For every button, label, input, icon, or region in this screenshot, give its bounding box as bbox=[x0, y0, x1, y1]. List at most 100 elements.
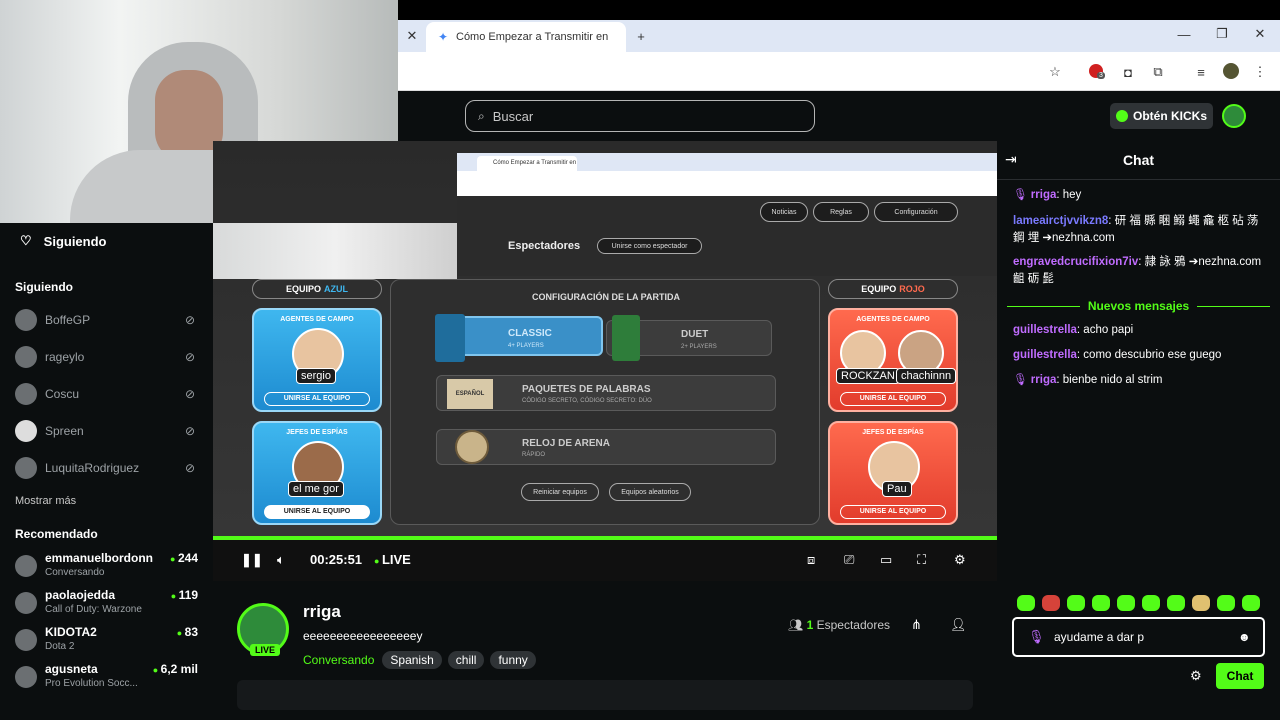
avatar bbox=[15, 420, 37, 442]
avatar bbox=[15, 346, 37, 368]
pause-icon[interactable]: ❚❚ bbox=[241, 552, 263, 568]
chat-input[interactable]: 🎙︎ ayudame a dar p ☻ bbox=[1012, 617, 1265, 657]
duet-mode-button[interactable]: DUET 2+ PLAYERS bbox=[606, 315, 772, 361]
sidebar-item-boffegp[interactable]: BoffeGP ⊘ bbox=[15, 309, 195, 331]
viewer-count: ● 119 bbox=[170, 588, 198, 602]
share-icon[interactable]: ⋔ bbox=[911, 617, 922, 633]
maximize-button[interactable]: ❐ bbox=[1212, 24, 1232, 44]
hourglass-option[interactable]: RELOJ DE ARENA RÁPIDO bbox=[436, 429, 776, 465]
tag[interactable]: chill bbox=[447, 651, 485, 669]
inner-browser-tabbar: Cómo Empezar a Transmitir en bbox=[457, 153, 997, 171]
blue-field-agents-card: AGENTES DE CAMPO sergio UNIRSE AL EQUIPO bbox=[252, 308, 382, 412]
show-more-link[interactable]: Mostrar más bbox=[15, 495, 76, 507]
emote[interactable] bbox=[1242, 595, 1260, 611]
sidebar-item-luquitarodriguez[interactable]: LuquitaRodriguez ⊘ bbox=[15, 457, 195, 479]
emote[interactable] bbox=[1192, 595, 1210, 611]
emote[interactable] bbox=[1167, 595, 1185, 611]
new-tab-button[interactable]: + bbox=[631, 26, 651, 46]
rules-button[interactable]: Reglas bbox=[813, 202, 869, 222]
follow-user-icon[interactable]: 👤︎ bbox=[950, 617, 967, 633]
blue-team-label: EQUIPO AZUL bbox=[252, 279, 382, 299]
tag[interactable]: funny bbox=[490, 651, 536, 669]
shield-extension-icon[interactable]: ◘ bbox=[1118, 62, 1138, 82]
emote[interactable] bbox=[1042, 595, 1060, 611]
emoji-icon[interactable]: ☻ bbox=[1238, 630, 1251, 644]
category-link[interactable]: Conversando bbox=[303, 653, 374, 667]
emote[interactable] bbox=[1092, 595, 1110, 611]
following-header[interactable]: ♡ Siguiendo bbox=[20, 233, 107, 249]
browser-tab[interactable]: ✦ Cómo Empezar a Transmitir en bbox=[426, 22, 626, 52]
sidebar-item-coscu[interactable]: Coscu ⊘ bbox=[15, 383, 195, 405]
channel-name[interactable]: rriga bbox=[303, 602, 341, 622]
mini-player-icon[interactable]: ⧈ bbox=[807, 552, 815, 568]
join-spectator-button[interactable]: Unirse como espectador bbox=[597, 238, 702, 254]
red-spymasters-card: JEFES DE ESPÍAS Pau UNIRSE AL EQUIPO bbox=[828, 421, 958, 525]
viewer-count: ● 6,2 mil bbox=[152, 662, 198, 676]
minimize-button[interactable]: — bbox=[1174, 24, 1194, 44]
profile-avatar[interactable] bbox=[1223, 63, 1239, 79]
close-icon[interactable]: ✕ bbox=[402, 26, 422, 46]
live-badge: LIVE bbox=[250, 644, 281, 656]
player-name: el me gor bbox=[288, 481, 344, 497]
menu-dots-icon[interactable]: ⋮ bbox=[1250, 62, 1270, 82]
word-packs-option[interactable]: ESPAÑOL PAQUETES DE PALABRAS CÓDIGO SECR… bbox=[436, 375, 776, 411]
browser-tab-title: Cómo Empezar a Transmitir en bbox=[456, 31, 609, 43]
emote[interactable] bbox=[1117, 595, 1135, 611]
offline-icon: ⊘ bbox=[185, 461, 196, 475]
viewer-count: ● 244 bbox=[170, 551, 198, 565]
tag[interactable]: Spanish bbox=[382, 651, 442, 669]
emote[interactable] bbox=[1017, 595, 1035, 611]
search-input[interactable]: ⌕ Buscar bbox=[465, 100, 815, 132]
classic-mode-button[interactable]: CLASSIC 4+ PLAYERS bbox=[435, 314, 603, 362]
join-team-button[interactable]: UNIRSE AL EQUIPO bbox=[840, 392, 946, 406]
settings-button[interactable]: Configuración bbox=[874, 202, 958, 222]
about-panel bbox=[237, 680, 973, 710]
emote[interactable] bbox=[1067, 595, 1085, 611]
viewer-count: ● 83 bbox=[176, 625, 198, 639]
join-team-button[interactable]: UNIRSE AL EQUIPO bbox=[264, 392, 370, 406]
webcam-mirror bbox=[213, 223, 457, 279]
avatar bbox=[15, 629, 37, 651]
stream-info: LIVE rriga eeeeeeeeeeeeeeeeey Conversand… bbox=[213, 581, 997, 720]
chat-settings-icon[interactable]: ⚙ bbox=[1190, 668, 1202, 684]
puzzle-icon[interactable]: ⧉ bbox=[1148, 62, 1168, 82]
extension-badge: 3 bbox=[1097, 72, 1105, 79]
reset-teams-button[interactable]: Reiniciar equipos bbox=[521, 483, 599, 501]
emote[interactable] bbox=[1142, 595, 1160, 611]
chat-message: 🎙︎ rriga: hey bbox=[1013, 189, 1082, 201]
mic-icon: 🎙︎ bbox=[1013, 374, 1031, 386]
join-team-button[interactable]: UNIRSE AL EQUIPO bbox=[264, 505, 370, 519]
window-close-button[interactable]: ✕ bbox=[1250, 24, 1270, 44]
sidebar-item-rageylo[interactable]: rageylo ⊘ bbox=[15, 346, 195, 368]
clip-icon[interactable]: ⎚ bbox=[844, 552, 854, 568]
volume-icon[interactable]: 🔈︎ bbox=[277, 552, 285, 568]
join-team-button[interactable]: UNIRSE AL EQUIPO bbox=[840, 505, 946, 519]
media-control-icon[interactable]: ≡ bbox=[1191, 62, 1211, 82]
fullscreen-icon[interactable]: ⛶ bbox=[917, 552, 926, 568]
inner-browser-address-bar bbox=[457, 171, 997, 196]
user-avatar[interactable] bbox=[1222, 104, 1246, 128]
chat-message: guillestrella: como descubrio ese guego bbox=[1013, 349, 1222, 361]
bookmark-star-icon[interactable]: ☆ bbox=[1045, 62, 1065, 82]
live-indicator: ● LIVE bbox=[374, 552, 411, 567]
spectators-label: Espectadores bbox=[508, 240, 581, 252]
following-section-title: Siguiendo bbox=[15, 280, 73, 294]
emote[interactable] bbox=[1217, 595, 1235, 611]
avatar bbox=[15, 309, 37, 331]
chat-send-button[interactable]: Chat bbox=[1216, 663, 1264, 689]
news-button[interactable]: Noticias bbox=[760, 202, 808, 222]
game-config-panel: CONFIGURACIÓN DE LA PARTIDA CLASSIC 4+ P… bbox=[390, 279, 820, 525]
viewers-icon: 👥︎ bbox=[788, 618, 804, 632]
red-team-label: EQUIPO ROJO bbox=[828, 279, 958, 299]
settings-gear-icon[interactable]: ⚙ bbox=[954, 552, 966, 568]
random-teams-button[interactable]: Equipos aleatorios bbox=[609, 483, 691, 501]
stream-video: Cómo Empezar a Transmitir en Noticias Re… bbox=[213, 141, 997, 537]
video-player[interactable]: Cómo Empezar a Transmitir en Noticias Re… bbox=[213, 141, 997, 581]
browser-address-bar[interactable]: ☆ 3 ◘ ⧉ ≡ ⋮ bbox=[398, 52, 1280, 91]
theater-mode-icon[interactable]: ▭ bbox=[880, 552, 892, 568]
avatar bbox=[15, 555, 37, 577]
player-controls: ❚❚ 🔈︎ 00:25:51 ● LIVE ⧈ ⎚ ▭ ⛶ ⚙ bbox=[213, 540, 997, 581]
get-kicks-button[interactable]: Obtén KICKs bbox=[1110, 103, 1213, 129]
chat-message: engravedcrucifixion7iv: 隷 詠 鴉 ➔nezhna.co… bbox=[1013, 256, 1262, 285]
sidebar-item-spreen[interactable]: Spreen ⊘ bbox=[15, 420, 195, 442]
